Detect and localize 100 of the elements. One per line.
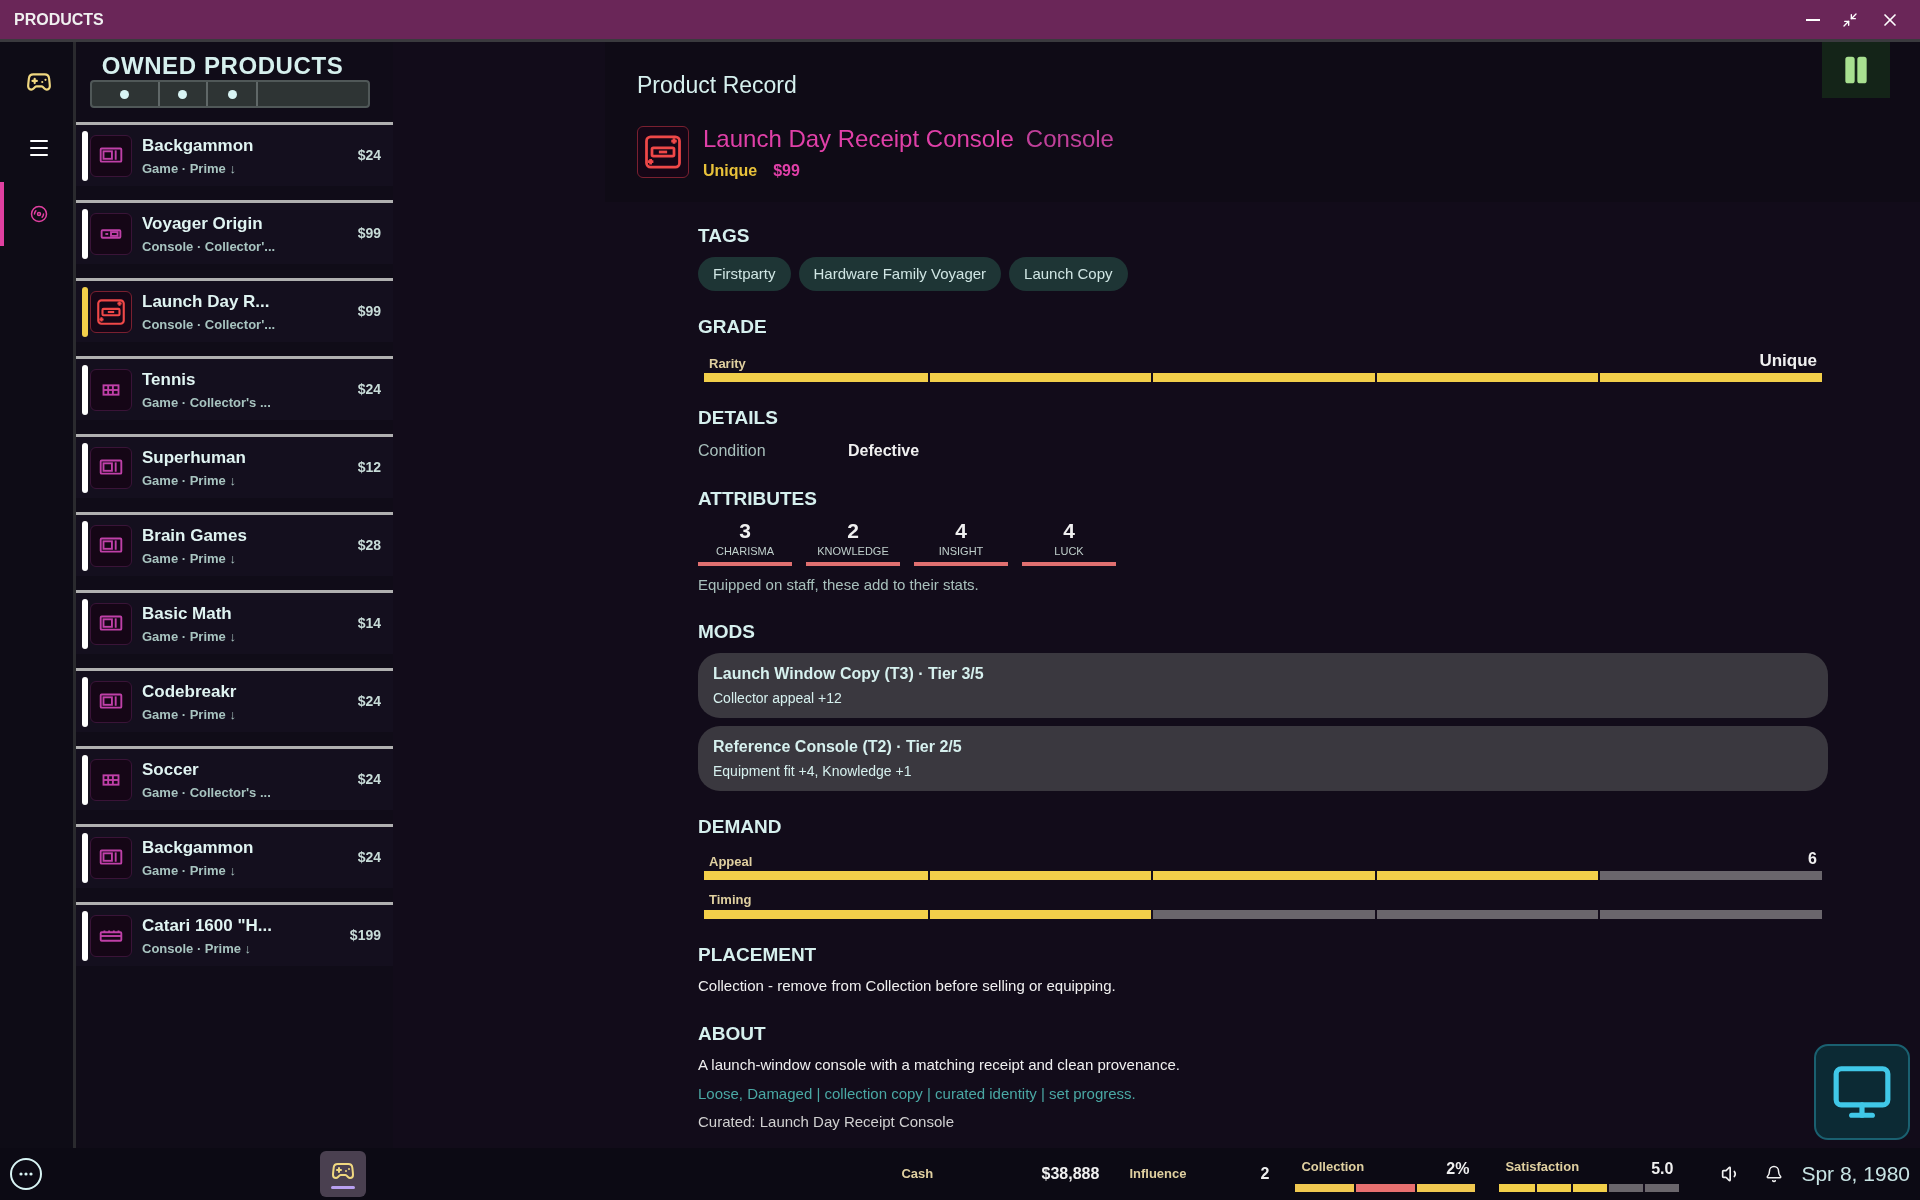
product-row[interactable]: Catari 1600 "H... Console · Prime ↓ $199: [76, 902, 393, 966]
product-icon: [90, 602, 132, 645]
stat-label: Cash: [901, 1165, 934, 1184]
product-row[interactable]: Backgammon Game · Prime ↓ $24: [76, 824, 393, 888]
row-accent: [82, 364, 88, 415]
product-icon: [90, 368, 132, 411]
attribute-value: 3: [739, 519, 751, 543]
product-icon: [90, 836, 132, 879]
product-price: $24: [357, 848, 381, 867]
minimize-icon: [1806, 18, 1820, 21]
attributes-note: Equipped on staff, these add to their stats.: [698, 574, 980, 595]
attribute-value: 4: [955, 519, 967, 543]
meter-value: Unique: [1759, 349, 1817, 372]
product-icon: [90, 290, 132, 333]
product-icon: [90, 134, 132, 177]
product-name: Launch Day R...: [142, 291, 271, 313]
rarity-label: Unique: [703, 160, 758, 181]
taskbar-app[interactable]: [320, 1151, 366, 1197]
meter-label: Timing: [709, 891, 752, 909]
product-price: $24: [357, 770, 381, 789]
meter-label: Rarity: [709, 354, 746, 373]
product-row[interactable]: Launch Day R... Console · Collector'... $99: [76, 278, 393, 342]
product-meta: Game · Collector's ...: [142, 393, 272, 412]
row-accent: [82, 130, 88, 181]
tag-chip: Firstparty: [698, 256, 791, 291]
row-accent: [82, 754, 88, 805]
product-type: Console: [1025, 123, 1114, 154]
product-price: $24: [357, 146, 381, 165]
mod-title: Launch Window Copy (T3) · Tier 3/5: [713, 663, 985, 684]
product-icon: [90, 680, 132, 723]
section-heading: TAGS: [698, 224, 751, 248]
attribute-value: 4: [1063, 519, 1075, 543]
section-heading: MODS: [698, 620, 756, 644]
product-price: $24: [357, 692, 381, 711]
detail-label: Condition: [698, 440, 767, 461]
about-text: A launch-window console with a matching receipt and clean provenance.: [698, 1055, 1181, 1075]
tag-chip: Launch Copy: [1009, 256, 1128, 291]
detail-value: Defective: [848, 440, 920, 461]
bell-icon: [1765, 1165, 1784, 1183]
product-row[interactable]: Brain Games Game · Prime ↓ $28: [76, 512, 393, 576]
row-accent: [82, 832, 88, 883]
mod-title: Reference Console (T2) · Tier 2/5: [713, 736, 963, 757]
row-accent: [82, 910, 88, 961]
placement-text: Collection - remove from Collection before selling or equipping.: [698, 976, 1117, 996]
about-text: Curated: Launch Day Receipt Console: [698, 1112, 955, 1132]
restore-icon: [1842, 11, 1858, 28]
meter-value: 6: [1808, 849, 1817, 869]
notifications-button[interactable]: [1765, 1165, 1784, 1183]
mod-description: Equipment fit +4, Knowledge +1: [713, 761, 913, 781]
product-row[interactable]: Basic Math Game · Prime ↓ $14: [76, 590, 393, 654]
attribute-value: 2: [847, 519, 859, 543]
product-row[interactable]: Tennis Game · Collector's ... $24: [76, 356, 393, 420]
product-name: Backgammon: [142, 135, 255, 157]
stat-label: Satisfaction: [1505, 1157, 1580, 1176]
tag-chip: Hardware Family Voyager: [798, 256, 1002, 291]
stat-value: 5.0: [1651, 1158, 1674, 1179]
product-icon: [90, 758, 132, 801]
product-meta: Console · Collector'...: [142, 237, 277, 256]
section-heading: GRADE: [698, 315, 768, 339]
product-row[interactable]: Voyager Origin Console · Collector'... $99: [76, 200, 393, 264]
assistant-button[interactable]: [1814, 1044, 1910, 1140]
product-meta: Game · Prime ↓: [142, 705, 237, 724]
restore-button[interactable]: [1842, 11, 1858, 28]
product-icon: [90, 446, 132, 489]
product-row[interactable]: Codebreakr Game · Prime ↓ $24: [76, 668, 393, 732]
minimize-button[interactable]: [1806, 18, 1820, 21]
product-price: $199: [349, 926, 381, 945]
product-name: Codebreakr: [142, 681, 238, 703]
product-row[interactable]: Backgammon Game · Prime ↓ $24: [76, 122, 393, 186]
product-icon: [90, 524, 132, 567]
section-heading: ATTRIBUTES: [698, 486, 818, 511]
product-icon: [90, 212, 132, 255]
product-name: Superhuman: [142, 447, 247, 469]
product-name: Backgammon: [142, 837, 255, 859]
panel-heading: OWNED PRODUCTS: [101, 52, 344, 80]
stat-value: 2: [1259, 1164, 1270, 1184]
row-accent: [82, 286, 88, 337]
product-icon: [90, 914, 132, 957]
row-accent: [82, 208, 88, 259]
stat-value: $38,888: [1040, 1164, 1100, 1184]
stat-value: 2%: [1446, 1158, 1470, 1179]
product-meta: Game · Prime ↓: [142, 549, 237, 568]
more-button[interactable]: [10, 1158, 42, 1190]
product-row[interactable]: Superhuman Game · Prime ↓ $12: [76, 434, 393, 498]
product-meta: Console · Prime ↓: [142, 939, 253, 958]
product-price: $24: [357, 380, 381, 399]
product-name: Basic Math: [142, 603, 233, 625]
row-accent: [82, 676, 88, 727]
product-price: $14: [357, 614, 381, 633]
window-title: PRODUCTS: [14, 9, 104, 30]
attribute-label: CHARISMA: [715, 544, 775, 559]
stat-label: Influence: [1128, 1165, 1188, 1184]
attribute-label: LUCK: [1054, 544, 1084, 559]
product-name: Tennis: [142, 369, 197, 391]
attribute-label: KNOWLEDGE: [817, 544, 889, 559]
pause-button[interactable]: [1822, 42, 1890, 98]
row-accent: [82, 520, 88, 571]
more-icon: [19, 1172, 33, 1176]
product-row[interactable]: Soccer Game · Collector's ... $24: [76, 746, 393, 810]
section-heading: DETAILS: [698, 406, 779, 430]
